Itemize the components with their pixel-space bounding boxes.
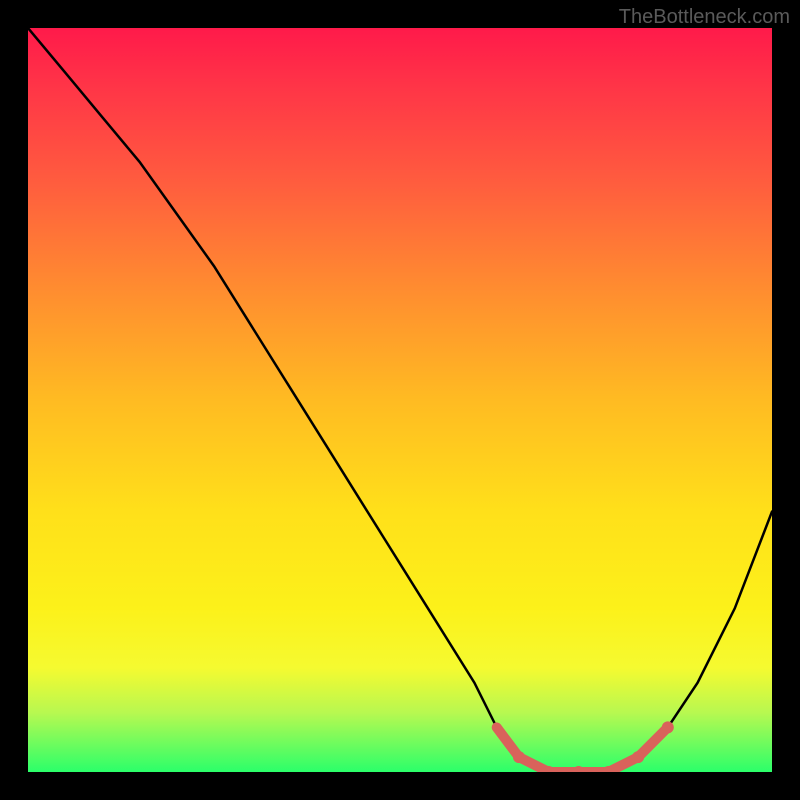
- watermark-text: TheBottleneck.com: [619, 6, 790, 29]
- highlight-dot: [573, 766, 585, 772]
- bottleneck-curve-path: [28, 28, 772, 772]
- highlight-dot: [513, 751, 525, 763]
- chart-plot-area: [28, 28, 772, 772]
- chart-svg: [28, 28, 772, 772]
- highlight-segment: [497, 727, 668, 772]
- highlight-dot: [662, 721, 674, 733]
- highlight-dot: [632, 751, 644, 763]
